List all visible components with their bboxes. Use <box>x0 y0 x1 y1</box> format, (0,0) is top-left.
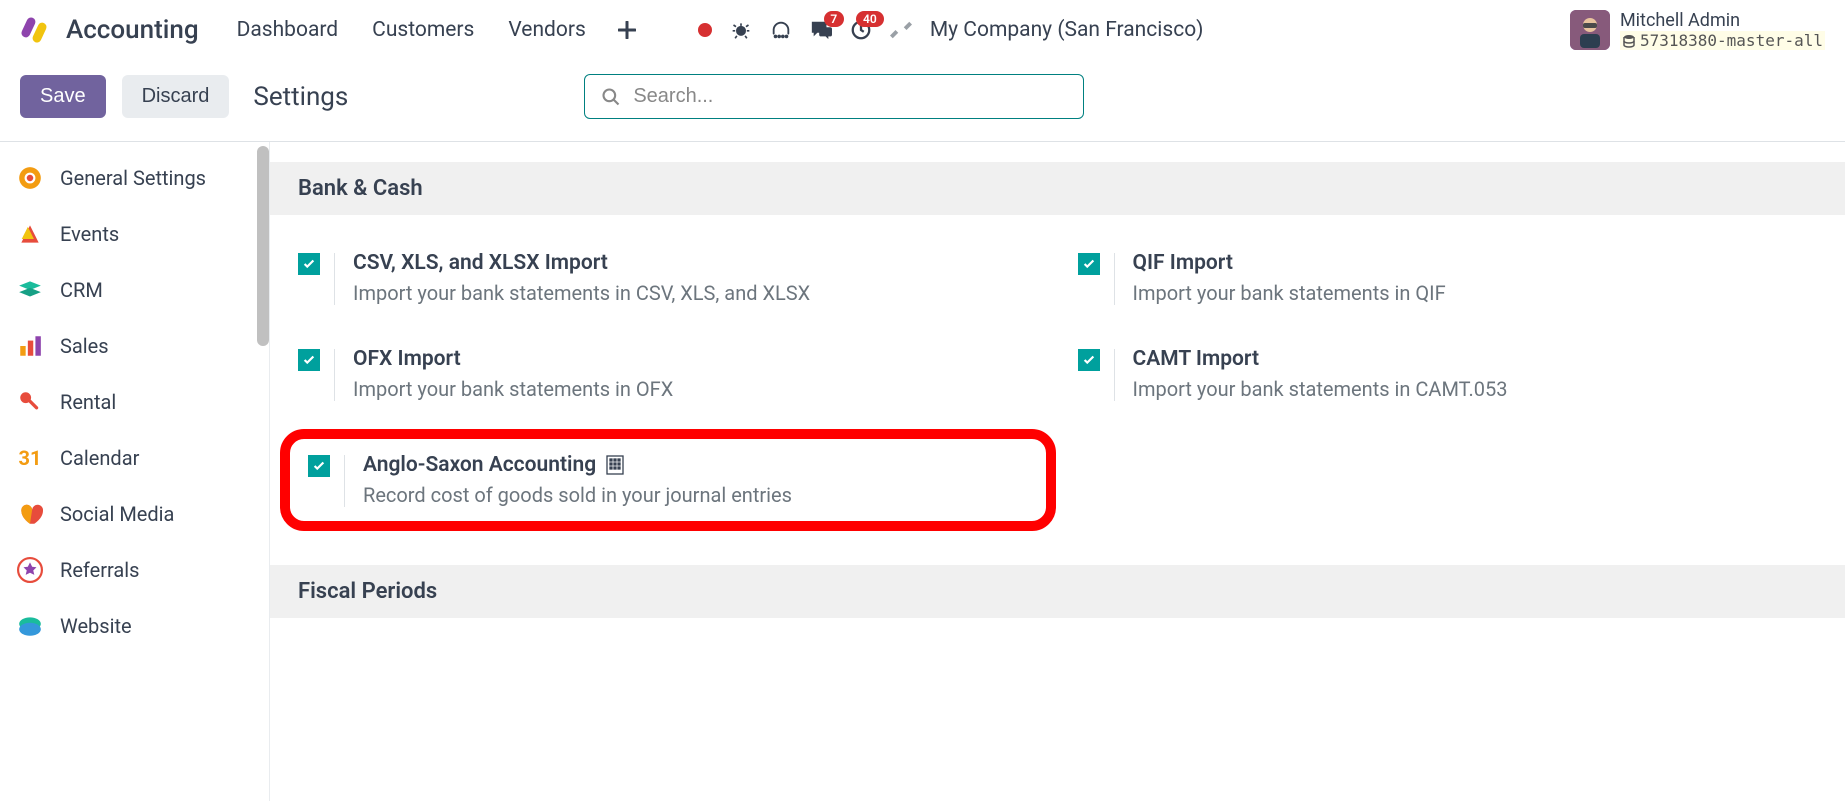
checkbox-csv-import[interactable] <box>298 253 320 275</box>
sidebar-item-events[interactable]: Events <box>0 206 269 262</box>
tools-icon[interactable] <box>890 19 912 41</box>
sidebar-item-label: Events <box>60 222 119 246</box>
divider <box>344 455 345 507</box>
settings-sidebar: General Settings Events CRM Sales Rental… <box>0 142 270 801</box>
support-icon[interactable] <box>770 19 792 41</box>
company-selector[interactable]: My Company (San Francisco) <box>930 18 1204 42</box>
sidebar-item-website[interactable]: Website <box>0 598 269 654</box>
new-icon[interactable] <box>612 21 642 39</box>
messaging-icon[interactable]: 7 <box>810 19 832 41</box>
save-button[interactable]: Save <box>20 75 106 118</box>
divider <box>334 253 335 305</box>
status-dot-icon[interactable] <box>698 23 712 37</box>
bug-icon[interactable] <box>730 19 752 41</box>
section-header-fiscal-periods: Fiscal Periods <box>270 565 1845 618</box>
sidebar-item-rental[interactable]: Rental <box>0 374 269 430</box>
setting-camt-import: CAMT Import Import your bank statements … <box>1078 347 1818 401</box>
divider <box>334 349 335 401</box>
control-bar: Save Discard Settings <box>0 60 1845 141</box>
sales-icon <box>16 332 44 360</box>
setting-ofx-import: OFX Import Import your bank statements i… <box>298 347 1038 401</box>
sidebar-item-label: Rental <box>60 390 116 414</box>
setting-qif-import: QIF Import Import your bank statements i… <box>1078 251 1818 305</box>
rental-icon <box>16 388 44 416</box>
sidebar-item-label: Calendar <box>60 446 139 470</box>
section-header-bank-cash: Bank & Cash <box>270 162 1845 215</box>
setting-desc: Import your bank statements in OFX <box>353 377 673 401</box>
sidebar-item-sales[interactable]: Sales <box>0 318 269 374</box>
sidebar-item-referrals[interactable]: Referrals <box>0 542 269 598</box>
sidebar-item-label: CRM <box>60 278 103 302</box>
sidebar-item-label: Website <box>60 614 132 638</box>
divider <box>1114 349 1115 401</box>
sidebar-item-social-media[interactable]: Social Media <box>0 486 269 542</box>
setting-title: Anglo-Saxon Accounting <box>363 453 792 477</box>
database-icon <box>1622 34 1636 48</box>
setting-desc: Record cost of goods sold in your journa… <box>363 483 792 507</box>
sidebar-item-crm[interactable]: CRM <box>0 262 269 318</box>
db-name: 57318380-master-all <box>1620 31 1825 50</box>
activity-icon[interactable]: 40 <box>850 19 872 41</box>
highlight-annotation: Anglo-Saxon Accounting Record cost of go… <box>280 429 1056 531</box>
top-nav: Accounting Dashboard Customers Vendors 7… <box>0 0 1845 60</box>
activity-badge: 40 <box>856 11 884 27</box>
message-badge: 7 <box>824 11 844 27</box>
calendar-icon: 31 <box>16 444 44 472</box>
crm-icon <box>16 276 44 304</box>
search-input[interactable] <box>633 85 1067 108</box>
discard-button[interactable]: Discard <box>122 75 230 118</box>
sidebar-item-label: Sales <box>60 334 109 358</box>
sidebar-item-general-settings[interactable]: General Settings <box>0 150 269 206</box>
heart-icon <box>16 500 44 528</box>
setting-title: OFX Import <box>353 347 673 371</box>
setting-csv-import: CSV, XLS, and XLSX Import Import your ba… <box>298 251 1038 305</box>
sidebar-item-label: Referrals <box>60 558 139 582</box>
sidebar-item-calendar[interactable]: 31 Calendar <box>0 430 269 486</box>
settings-content: Bank & Cash CSV, XLS, and XLSX Import Im… <box>270 142 1845 801</box>
gear-icon <box>16 164 44 192</box>
checkbox-camt-import[interactable] <box>1078 349 1100 371</box>
setting-desc: Import your bank statements in CAMT.053 <box>1133 377 1508 401</box>
events-icon <box>16 220 44 248</box>
search-icon <box>601 87 621 107</box>
app-name[interactable]: Accounting <box>66 15 199 45</box>
setting-anglo-saxon: Anglo-Saxon Accounting Record cost of go… <box>308 453 1028 507</box>
checkbox-ofx-import[interactable] <box>298 349 320 371</box>
sidebar-item-label: Social Media <box>60 502 174 526</box>
page-title: Settings <box>253 82 348 112</box>
divider <box>1114 253 1115 305</box>
user-menu[interactable]: Mitchell Admin 57318380-master-all <box>1570 10 1825 51</box>
star-badge-icon <box>16 556 44 584</box>
avatar-icon <box>1570 10 1610 50</box>
user-name: Mitchell Admin <box>1620 10 1825 32</box>
sidebar-scrollbar[interactable] <box>255 142 269 801</box>
menu-vendors[interactable]: Vendors <box>500 14 593 46</box>
menu-dashboard[interactable]: Dashboard <box>229 14 347 46</box>
setting-desc: Import your bank statements in QIF <box>1133 281 1446 305</box>
setting-desc: Import your bank statements in CSV, XLS,… <box>353 281 810 305</box>
checkbox-qif-import[interactable] <box>1078 253 1100 275</box>
building-icon <box>606 455 624 475</box>
search-box[interactable] <box>584 74 1084 119</box>
globe-icon <box>16 612 44 640</box>
sidebar-item-label: General Settings <box>60 166 206 190</box>
setting-title: CSV, XLS, and XLSX Import <box>353 251 810 275</box>
setting-title: QIF Import <box>1133 251 1446 275</box>
checkbox-anglo-saxon[interactable] <box>308 455 330 477</box>
menu-customers[interactable]: Customers <box>364 14 482 46</box>
app-logo-icon <box>20 16 48 44</box>
setting-title: CAMT Import <box>1133 347 1508 371</box>
